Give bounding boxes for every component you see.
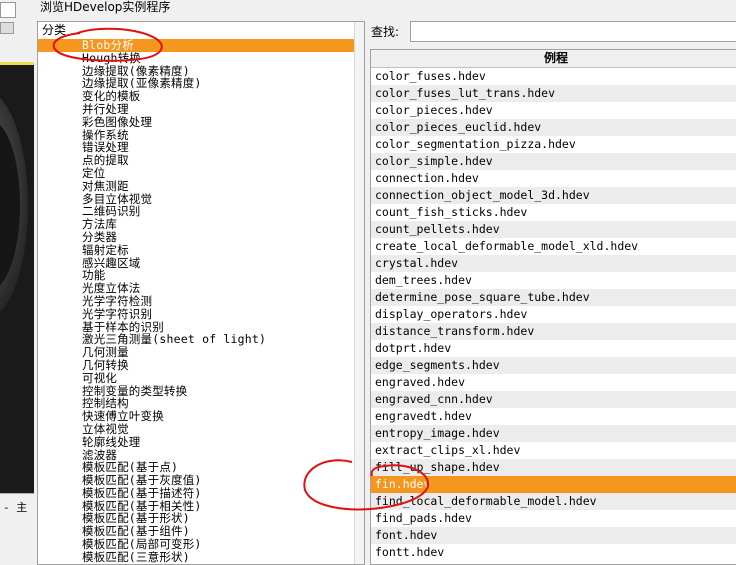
category-item[interactable]: 立体视觉 [38,423,354,436]
example-item[interactable]: create_local_deformable_model_xld.hdev [371,238,736,255]
example-item[interactable]: engraved_cnn.hdev [371,391,736,408]
background-application: - 主 [0,0,34,563]
category-item[interactable]: 光学字符识别 [38,307,354,321]
example-item[interactable]: engraved.hdev [371,374,736,391]
category-list: Blob分析 Hough转换 边缘提取(像素精度) 边缘提取(亚像素精度) 变化的模板并… [38,39,354,564]
example-item[interactable]: distance_transform.hdev [371,323,736,340]
background-toolbar [0,0,34,62]
category-panel: 分类 Blob分析 Hough转换 边缘提取(像素精度) 边缘提取(亚像素精度) 变化的… [37,21,365,565]
example-item[interactable]: find_local_deformable_model.hdev [371,493,736,510]
titlebar: 浏览HDevelop实例程序 [34,0,736,16]
background-tab[interactable]: - 主 [0,493,34,521]
example-item[interactable]: dem_trees.hdev [371,272,736,289]
search-label: 查找: [371,25,400,39]
category-item[interactable]: 光学字符检测 [38,295,354,308]
category-item[interactable]: 分类器 [38,231,354,244]
example-browser-window: 浏览HDevelop实例程序 分类 Blob分析 Hough转换 边缘提取(像素精度… [34,0,736,565]
window-title: 浏览HDevelop实例程序 [40,0,171,14]
image-icon[interactable] [0,22,14,34]
example-item[interactable]: color_pieces_euclid.hdev [371,119,736,136]
category-item[interactable]: 定位 [38,167,354,180]
example-item[interactable]: edge_segments.hdev [371,357,736,374]
example-item[interactable]: fin.hdev [371,476,736,493]
example-item[interactable]: font.hdev [371,527,736,544]
example-item[interactable]: fill_up_shape.hdev [371,459,736,476]
category-item[interactable]: Blob分析 [38,39,354,52]
category-item[interactable]: 对焦测距 [38,179,354,193]
background-ruler [0,62,34,65]
category-header: 分类 [42,23,67,37]
example-item[interactable]: color_fuses.hdev [371,68,736,85]
example-item[interactable]: dotprt.hdev [371,340,736,357]
example-item[interactable]: connection.hdev [371,170,736,187]
search-input[interactable] [410,21,736,42]
example-item[interactable]: determine_pose_square_tube.hdev [371,289,736,306]
category-item[interactable]: 模板匹配(基于灰度值) [38,474,354,487]
category-item[interactable]: 彩色图像处理 [38,115,354,129]
example-item[interactable]: color_segmentation_pizza.hdev [371,136,736,153]
example-item[interactable]: extract_clips_xl.hdev [371,442,736,459]
example-item[interactable]: count_fish_sticks.hdev [371,204,736,221]
category-item[interactable]: 几何测量 [38,346,354,359]
example-item[interactable]: color_fuses_lut_trans.hdev [371,85,736,102]
examples-column-header[interactable]: 例程 [371,50,736,68]
example-item[interactable]: find_pads.hdev [371,510,736,527]
example-item[interactable]: display_operators.hdev [371,306,736,323]
category-item[interactable]: 模板匹配(三意形状) [38,551,354,564]
category-item[interactable]: 可视化 [38,371,354,385]
examples-panel: 例程 color_fuses.hdev color_fuses_lut_trans… [370,49,736,565]
background-panel [0,521,34,563]
example-item[interactable]: engravedt.hdev [371,408,736,425]
example-item[interactable]: color_pieces.hdev [371,102,736,119]
example-list: color_fuses.hdev color_fuses_lut_trans.hd… [371,68,736,561]
example-item[interactable]: entropy_image.hdev [371,425,736,442]
category-item[interactable]: 并行处理 [38,103,354,116]
category-item[interactable]: 辐射定标 [38,243,354,257]
document-icon[interactable] [0,2,16,18]
example-item[interactable]: connection_object_model_3d.hdev [371,187,736,204]
example-item[interactable]: count_pellets.hdev [371,221,736,238]
example-item[interactable]: color_simple.hdev [371,153,736,170]
category-item[interactable]: 模板匹配(局部可变形) [38,538,354,551]
category-item[interactable]: 模板匹配(基于描述符) [38,487,354,500]
category-item[interactable]: Hough转换 [38,51,354,65]
category-scrollbar[interactable] [354,22,364,564]
example-item[interactable]: fontt.hdev [371,544,736,561]
category-item[interactable]: 几何转换 [38,359,354,372]
example-item[interactable]: crystal.hdev [371,255,736,272]
category-item[interactable]: 轮廓线处理 [38,435,354,449]
category-item[interactable]: 快速傅立叶变换 [38,410,354,423]
